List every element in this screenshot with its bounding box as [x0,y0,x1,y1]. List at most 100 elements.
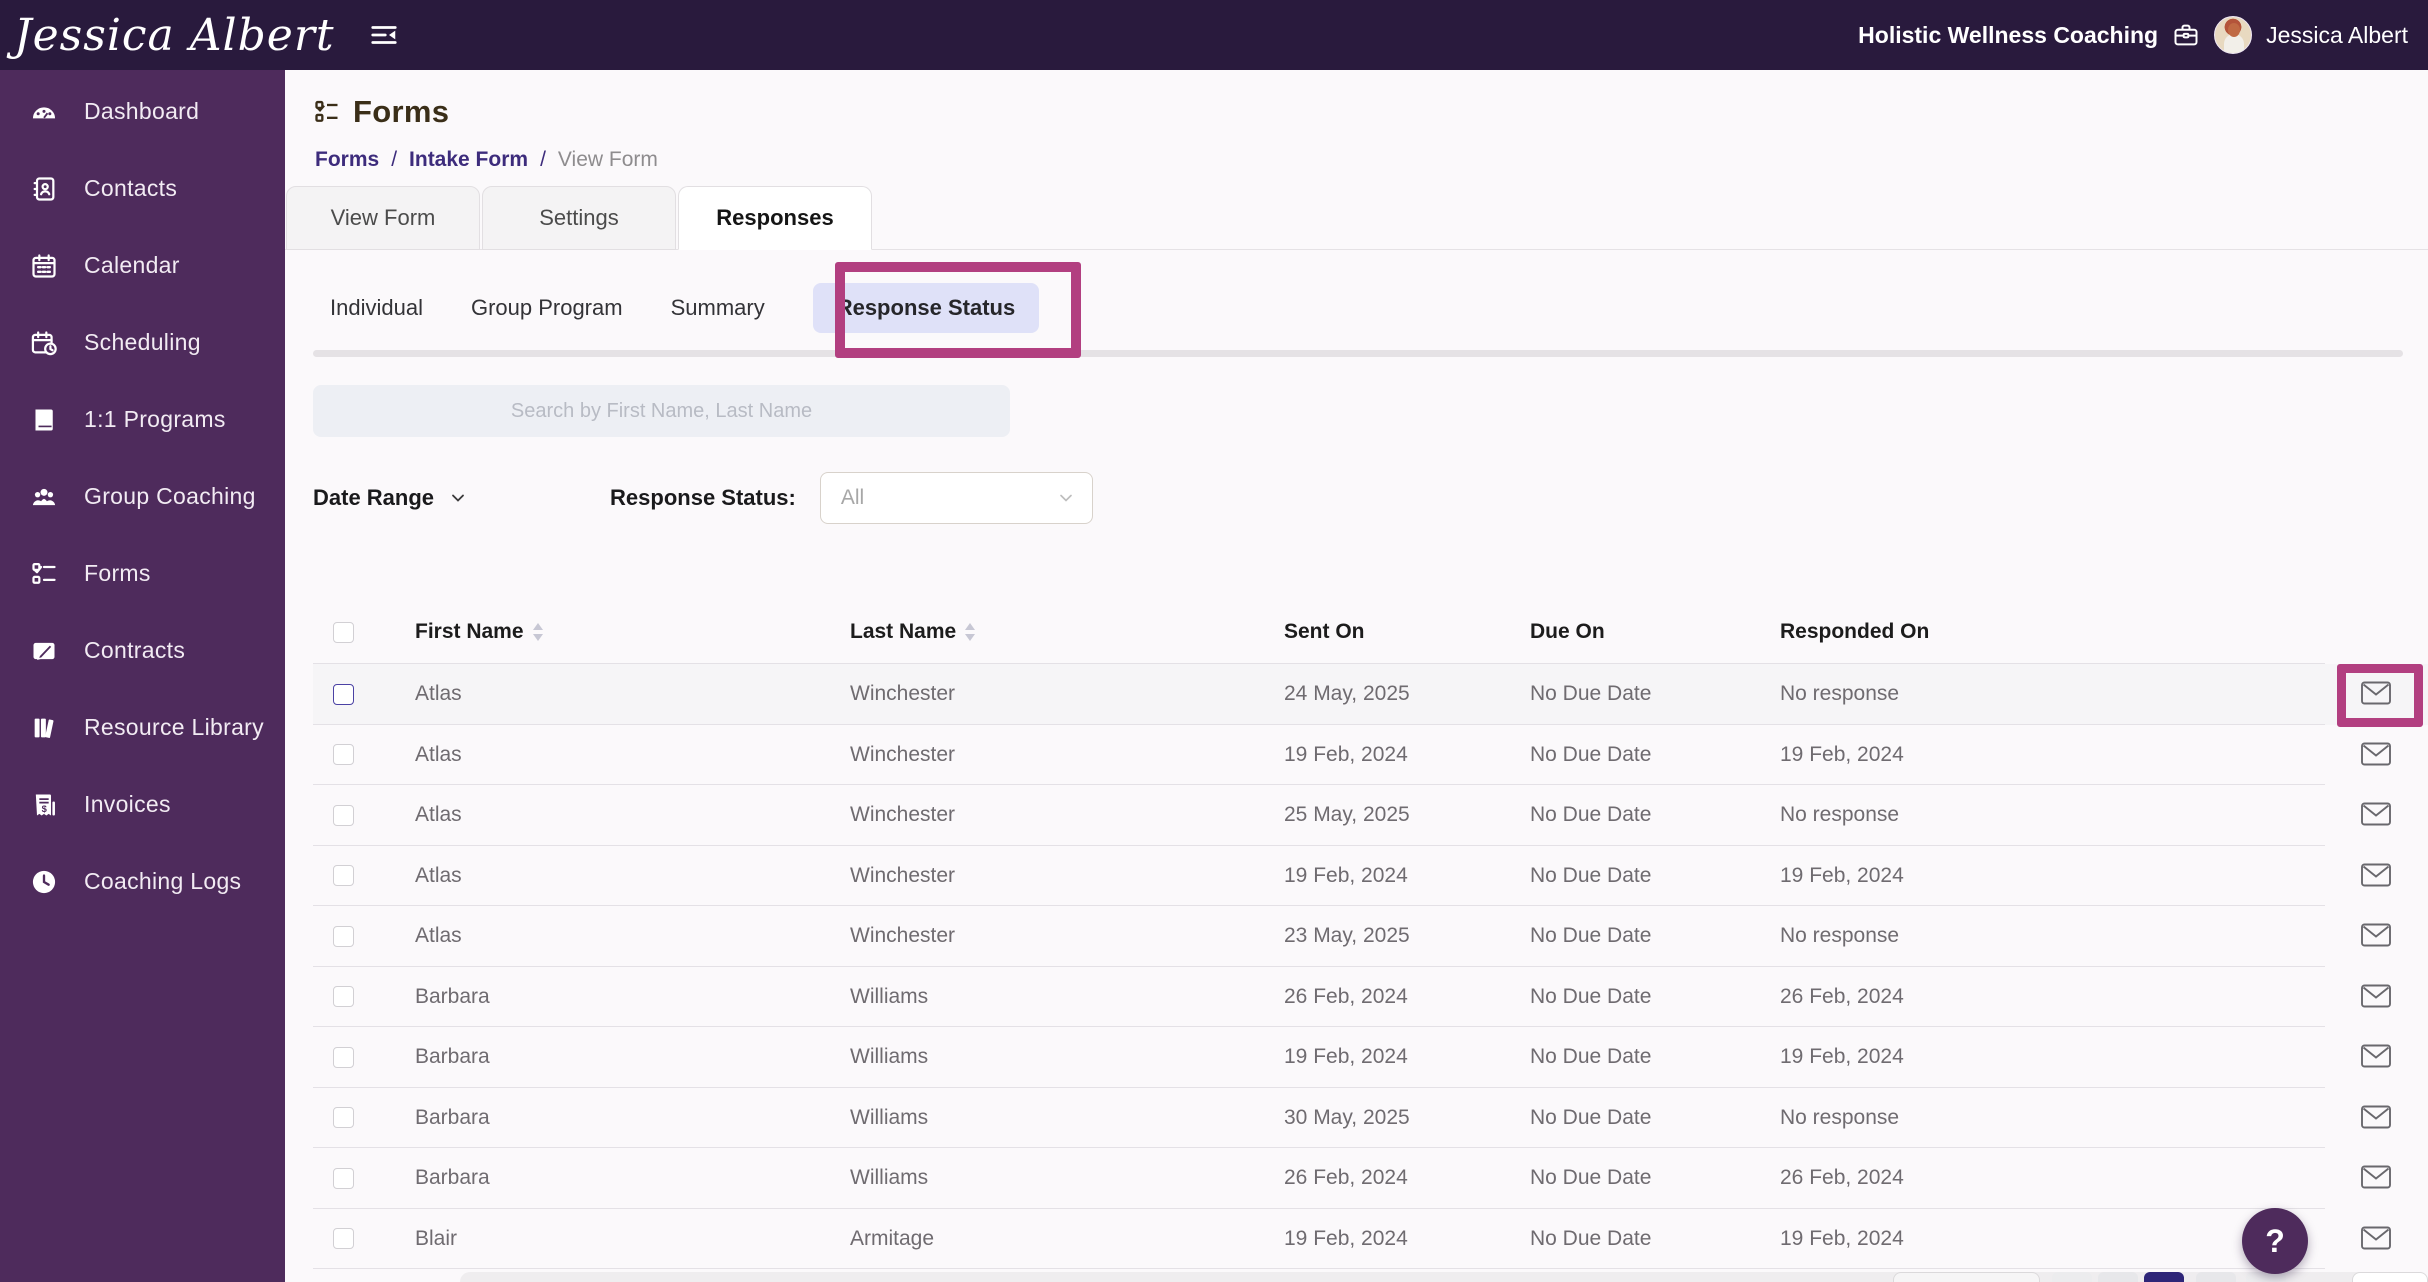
tab-settings[interactable]: Settings [482,186,676,250]
sidebar: Dashboard Contacts Calendar Scheduling 1… [0,70,285,1282]
breadcrumb-separator: / [391,148,398,171]
table-row[interactable]: Atlas Winchester 19 Feb, 2024 No Due Dat… [313,725,2428,786]
help-button[interactable]: ? [2242,1208,2308,1274]
sidebar-item-contacts[interactable]: Contacts [0,150,285,227]
row-checkbox[interactable] [333,1228,354,1250]
sidebar-item-forms[interactable]: Forms [0,535,285,612]
mail-icon[interactable] [2360,1225,2394,1253]
contracts-icon [30,637,58,665]
tab-responses[interactable]: Responses [678,186,872,250]
response-status-value: All [840,486,865,509]
search-input[interactable] [313,385,1010,437]
user-avatar[interactable] [2214,16,2253,54]
table-row[interactable]: Blair Armitage 19 Feb, 2024 No Due Date … [313,1209,2428,1270]
cell-responded-on: 26 Feb, 2024 [1780,1166,1904,1190]
sidebar-item-label: Forms [84,560,151,586]
mail-icon[interactable] [2360,862,2394,890]
cell-due-on: No Due Date [1530,984,1652,1008]
column-header-due-on: Due On [1530,620,1765,644]
briefcase-icon[interactable] [2172,21,2200,49]
subtab-group-program[interactable]: Group Program [471,295,623,321]
pagination-page-button[interactable] [2196,1272,2236,1282]
column-header-label: Sent On [1284,620,1365,643]
select-all-checkbox[interactable] [333,621,354,643]
brand-logo: Jessica Albert [14,9,335,61]
subtab-summary[interactable]: Summary [671,295,765,321]
date-range-dropdown[interactable]: Date Range [313,485,468,511]
sidebar-item-1-1-programs[interactable]: 1:1 Programs [0,381,285,458]
column-header-first-name[interactable]: First Name [415,620,835,644]
pagination-next-button[interactable] [2352,1272,2428,1282]
cell-due-on: No Due Date [1530,1226,1652,1250]
tab-view-form[interactable]: View Form [286,186,480,250]
mail-icon[interactable] [2360,983,2394,1011]
table-row[interactable]: Barbara Williams 30 May, 2025 No Due Dat… [313,1088,2428,1149]
row-checkbox[interactable] [333,925,354,947]
sidebar-item-invoices[interactable]: $ Invoices [0,766,285,843]
row-checkbox[interactable] [333,1107,354,1129]
sidebar-item-coaching-logs[interactable]: Coaching Logs [0,843,285,920]
column-header-last-name[interactable]: Last Name [850,620,1269,644]
row-checkbox[interactable] [333,744,354,766]
pagination-active-page-button[interactable] [2144,1272,2184,1282]
sidebar-item-label: Calendar [84,252,180,278]
table-row[interactable]: Atlas Winchester 19 Feb, 2024 No Due Dat… [313,846,2428,907]
mail-icon[interactable] [2360,1104,2394,1132]
subtab-individual[interactable]: Individual [330,295,423,321]
table-row[interactable]: Atlas Winchester 23 May, 2025 No Due Dat… [313,906,2428,967]
user-name[interactable]: Jessica Albert [2266,22,2408,49]
mail-icon[interactable] [2360,1164,2394,1192]
sidebar-item-group-coaching[interactable]: Group Coaching [0,458,285,535]
calendar-icon [30,252,58,280]
cell-first-name: Barbara [415,1045,490,1069]
mail-icon[interactable] [2360,1043,2394,1071]
pagination-page-button[interactable] [2052,1272,2092,1282]
cell-due-on: No Due Date [1530,863,1652,887]
table-row[interactable]: Barbara Williams 26 Feb, 2024 No Due Dat… [313,967,2428,1028]
sidebar-item-contracts[interactable]: Contracts [0,612,285,689]
row-checkbox[interactable] [333,865,354,887]
invoices-icon: $ [30,791,58,819]
response-status-select[interactable]: All [819,472,1093,524]
sidebar-item-resource-library[interactable]: Resource Library [0,689,285,766]
sidebar-item-calendar[interactable]: Calendar [0,227,285,304]
cell-responded-on: 19 Feb, 2024 [1780,1226,1904,1250]
sidebar-item-label: 1:1 Programs [84,406,226,432]
breadcrumb-link-intake-form[interactable]: Intake Form [409,148,528,172]
mail-icon[interactable] [2360,922,2394,950]
sort-icon[interactable] [964,622,976,642]
table-row[interactable]: Barbara Williams 19 Feb, 2024 No Due Dat… [313,1027,2428,1088]
row-checkbox[interactable] [333,1167,354,1189]
sort-icon[interactable] [532,622,544,642]
sidebar-collapse-icon[interactable] [369,20,399,50]
mail-icon[interactable] [2360,801,2394,829]
breadcrumb-link-forms[interactable]: Forms [315,148,379,172]
row-checkbox[interactable] [333,1046,354,1068]
pagination-page-button[interactable] [2098,1272,2138,1282]
column-header-label: Last Name [850,620,957,643]
cell-sent-on: 26 Feb, 2024 [1284,1166,1408,1190]
row-checkbox[interactable] [333,986,354,1008]
sidebar-item-dashboard[interactable]: Dashboard [0,73,285,150]
topbar: Jessica Albert Holistic Wellness Coachin… [0,0,2428,70]
cell-due-on: No Due Date [1530,803,1652,827]
row-checkbox[interactable] [333,804,354,826]
subtab-response-status[interactable]: Response Status [812,283,1040,333]
pagination-previous-button[interactable] [1893,1272,2040,1282]
cell-first-name: Atlas [415,863,462,887]
table-row[interactable]: Barbara Williams 26 Feb, 2024 No Due Dat… [313,1148,2428,1209]
cell-responded-on: 26 Feb, 2024 [1780,984,1904,1008]
cell-first-name: Atlas [415,803,462,827]
row-checkbox[interactable] [333,683,354,705]
mail-icon[interactable] [2360,680,2394,708]
table-row[interactable]: Atlas Winchester 24 May, 2025 No Due Dat… [313,664,2428,725]
scheduling-icon [30,329,58,357]
cell-last-name: Winchester [850,863,956,887]
programs-icon [30,406,58,434]
cell-first-name: Atlas [415,682,462,706]
svg-text:$: $ [42,804,48,814]
forms-title-icon [313,98,341,126]
sidebar-item-scheduling[interactable]: Scheduling [0,304,285,381]
table-row[interactable]: Atlas Winchester 25 May, 2025 No Due Dat… [313,785,2428,846]
mail-icon[interactable] [2360,741,2394,769]
